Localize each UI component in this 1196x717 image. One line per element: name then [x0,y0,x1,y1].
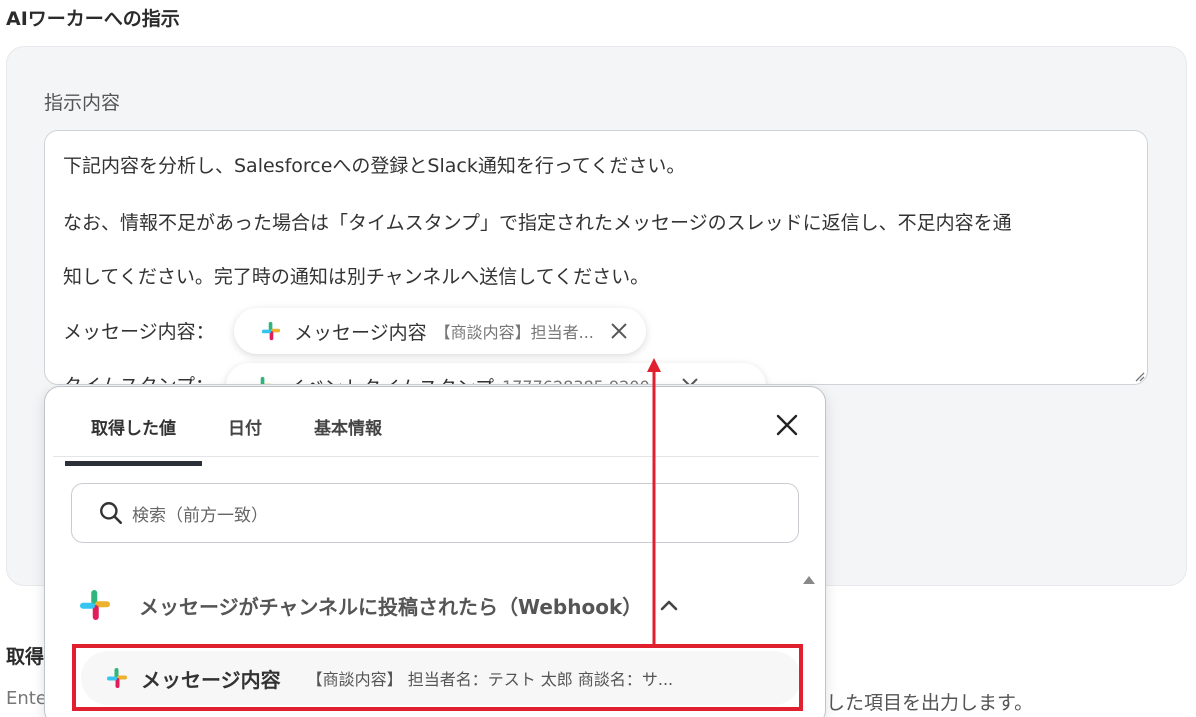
tab-acquired-values[interactable]: 取得した値 [65,411,202,466]
close-icon[interactable] [679,375,701,385]
output-section-desc: Ente [6,688,47,709]
chip-event-timestamp-name: イベントタイムスタンプ [286,373,494,385]
instruction-label: 指示内容 [44,92,121,114]
chip-event-timestamp[interactable]: イベントタイムスタンプ 1777628385.9200... [226,363,766,385]
instruction-textarea[interactable]: 下記内容を分析し、Salesforceへの登録とSlack通知を行ってください。… [44,130,1148,385]
chip-message-content[interactable]: メッセージ内容 【商談内容】担当者... [234,308,646,354]
list-item-name: メッセージ内容 [141,667,281,692]
chip-event-timestamp-preview: 1777628385.9200... [502,377,665,385]
tab-date[interactable]: 日付 [202,411,288,466]
output-section-desc-right: した項目を出力します。 [826,692,1034,714]
search-icon [100,502,123,525]
tab-basic-info[interactable]: 基本情報 [288,411,408,466]
chevron-up-icon[interactable] [660,598,678,612]
search-input[interactable]: 検索（前方一致） [71,483,799,543]
timestamp-label: タイムスタンプ： [63,371,214,384]
close-icon[interactable] [608,320,630,342]
instruction-line-2: なお、情報不足があった場合は「タイムスタンプ」で指定されたメッセージのスレッドに… [63,212,1012,234]
tab-divider [53,456,819,457]
picker-tabs: 取得した値 日付 基本情報 [65,411,408,466]
group-title: メッセージがチャンネルに投稿されたら（Webhook） [139,594,643,619]
value-picker-popup: 取得した値 日付 基本情報 検索（前方一致） メッセージがチャンネルに投稿された… [44,386,826,717]
instruction-line-3: 知してください。完了時の通知は別チャンネルへ送信してください。 [63,266,650,288]
resize-grip-icon[interactable] [1133,370,1145,382]
list-item-preview: 【商談内容】 担当者名：テスト 太郎 商談名：サ... [306,670,674,689]
section-title: AIワーカーへの指示 [6,8,180,30]
slack-icon [80,590,110,620]
slack-icon [260,376,272,384]
search-placeholder: 検索（前方一致） [132,505,268,526]
output-section-label: 取得 [6,646,45,668]
group-header-webhook[interactable]: メッセージがチャンネルに投稿されたら（Webhook） [77,587,678,623]
list-item-message-content[interactable]: メッセージ内容 【商談内容】 担当者名：テスト 太郎 商談名：サ... [81,651,801,705]
chip-message-content-preview: 【商談内容】担当者... [434,323,594,342]
close-icon[interactable] [775,413,799,437]
instruction-line-1: 下記内容を分析し、Salesforceへの登録とSlack通知を行ってください。 [63,155,686,177]
slack-icon [261,321,281,341]
slack-icon [107,668,127,688]
message-content-label: メッセージ内容： [63,321,215,343]
scroll-up-icon[interactable] [801,573,817,585]
chip-message-content-name: メッセージ内容 [294,321,427,344]
